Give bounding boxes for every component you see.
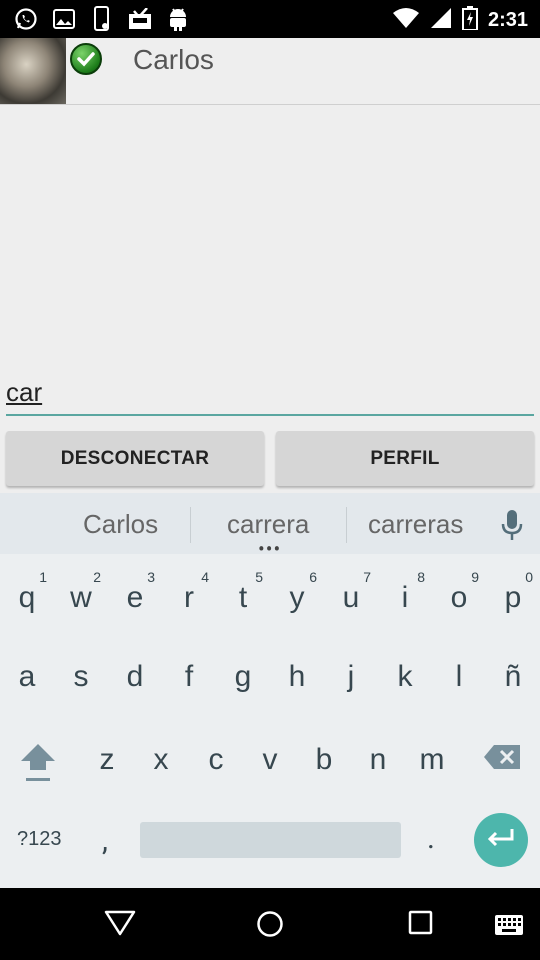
profile-button[interactable]: PERFIL xyxy=(276,431,534,486)
key-z[interactable]: z xyxy=(80,725,134,795)
whatsapp-icon xyxy=(14,7,38,31)
enter-button[interactable] xyxy=(474,813,528,867)
messages-area xyxy=(0,105,540,370)
key-x[interactable]: x xyxy=(134,725,188,795)
key-e[interactable]: e3 xyxy=(108,563,162,633)
period-key[interactable]: . xyxy=(427,821,435,856)
shift-icon[interactable] xyxy=(18,738,58,788)
key-m[interactable]: m xyxy=(405,725,459,795)
microphone-icon[interactable] xyxy=(500,509,524,543)
space-bar[interactable] xyxy=(140,822,401,858)
key-n[interactable]: n xyxy=(351,725,405,795)
enter-arrow-icon xyxy=(486,827,516,853)
battery-icon xyxy=(461,6,478,34)
key-k[interactable]: k xyxy=(378,642,432,712)
key-v[interactable]: v xyxy=(243,725,297,795)
suggestion-2[interactable]: carrera xyxy=(227,509,309,540)
suggestion-1[interactable]: Carlos xyxy=(83,509,158,540)
key-n-tilde[interactable]: ñ xyxy=(486,642,540,712)
key-o[interactable]: o9 xyxy=(432,563,486,633)
suggestion-3[interactable]: carreras xyxy=(368,509,463,540)
key-g[interactable]: g xyxy=(216,642,270,712)
disconnect-button[interactable]: DESCONECTAR xyxy=(6,431,264,486)
android-icon xyxy=(166,7,190,31)
symbols-key[interactable]: ?123 xyxy=(17,828,62,851)
navigation-bar xyxy=(0,888,540,960)
key-y[interactable]: y6 xyxy=(270,563,324,633)
signal-icon xyxy=(430,7,452,33)
back-icon[interactable] xyxy=(104,910,136,940)
contact-avatar[interactable] xyxy=(0,38,66,104)
suggestion-divider xyxy=(346,507,347,543)
key-l[interactable]: l xyxy=(432,642,486,712)
phone-icon xyxy=(90,6,114,31)
key-j[interactable]: j xyxy=(324,642,378,712)
comma-key[interactable]: , xyxy=(102,823,108,858)
online-check-icon xyxy=(70,43,102,75)
key-t[interactable]: t5 xyxy=(216,563,270,633)
inbox-icon xyxy=(128,7,152,31)
key-h[interactable]: h xyxy=(270,642,324,712)
contact-name[interactable]: Carlos xyxy=(133,44,214,76)
key-w[interactable]: w2 xyxy=(54,563,108,633)
suggestion-strip: Carlos carrera carreras ••• xyxy=(0,493,540,559)
key-f[interactable]: f xyxy=(162,642,216,712)
key-d[interactable]: d xyxy=(108,642,162,712)
chat-header: Carlos xyxy=(0,38,540,105)
image-icon xyxy=(52,7,76,31)
home-icon[interactable] xyxy=(256,910,284,942)
wifi-icon xyxy=(392,7,420,33)
backspace-icon[interactable] xyxy=(484,745,520,769)
status-bar: 2:31 xyxy=(0,0,540,38)
key-r[interactable]: r4 xyxy=(162,563,216,633)
key-p[interactable]: p0 xyxy=(486,563,540,633)
key-i[interactable]: i8 xyxy=(378,563,432,633)
key-s[interactable]: s xyxy=(54,642,108,712)
key-u[interactable]: u7 xyxy=(324,563,378,633)
recents-icon[interactable] xyxy=(408,910,434,940)
soft-keyboard: Carlos carrera carreras ••• q1 w2 e3 r4 … xyxy=(0,493,540,888)
key-q[interactable]: q1 xyxy=(0,563,54,633)
key-c[interactable]: c xyxy=(189,725,243,795)
keyboard-switch-icon[interactable] xyxy=(494,914,524,940)
key-a[interactable]: a xyxy=(0,642,54,712)
message-input[interactable] xyxy=(6,370,534,416)
more-suggestions-indicator[interactable]: ••• xyxy=(258,539,281,559)
key-b[interactable]: b xyxy=(297,725,351,795)
suggestion-divider xyxy=(190,507,191,543)
status-time: 2:31 xyxy=(487,8,528,31)
